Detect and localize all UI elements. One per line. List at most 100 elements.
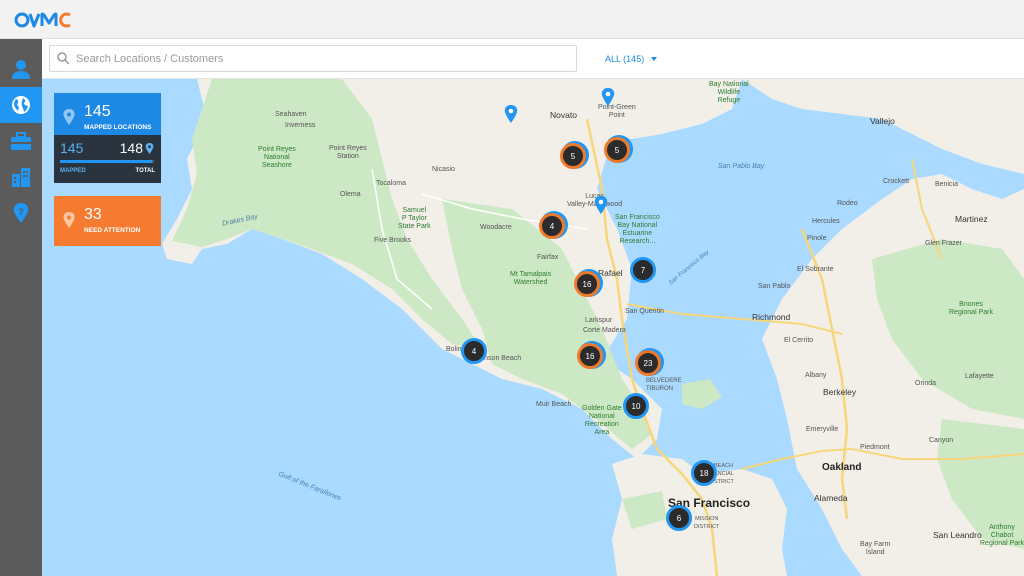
map-label-bay-farm: Bay Farm Island (860, 541, 891, 556)
total-sub-label: TOTAL (135, 168, 155, 174)
map-label-mission-district: MISSION DISTRICT (694, 516, 720, 530)
mapped-count: 145 (84, 103, 111, 120)
map-label-san-leandro: San Leandro (933, 530, 982, 540)
map-label-canyon: Canyon (929, 437, 954, 444)
map-label-briones: Briones Regional Park (949, 301, 993, 316)
map-view[interactable]: Seahaven Inverness Point Reyes National … (42, 79, 1024, 576)
map-label-larkspur: Larkspur (585, 317, 613, 324)
map-label-alameda: Alameda (814, 493, 848, 503)
need-attention-card[interactable]: 33 NEED ATTENTION (54, 196, 161, 246)
map-label-belvedere: BELVEDERE TIBURON (646, 378, 682, 392)
map-label-woodacre: Woodacre (480, 224, 512, 231)
map-label-seahaven: Seahaven (275, 111, 307, 118)
map-cluster-marker[interactable]: 16 (574, 271, 600, 297)
map-label-hercules: Hercules (812, 218, 840, 225)
toolbox-icon (11, 132, 31, 150)
sidebar-item-toolbox[interactable] (0, 123, 42, 159)
map-label-piedmont: Piedmont (860, 444, 890, 451)
map-cluster-marker[interactable]: 5 (560, 143, 586, 169)
map-cluster-marker[interactable]: 10 (623, 393, 649, 419)
map-label-vallejo: Vallejo (870, 116, 895, 126)
map-cluster-marker[interactable]: 23 (635, 350, 661, 376)
sidebar: ? (0, 39, 42, 576)
search-box (49, 45, 577, 72)
sidebar-item-user[interactable] (0, 51, 42, 87)
map-label-san-pablo: San Pablo (758, 283, 791, 290)
sidebar-item-location[interactable]: ? (0, 195, 42, 231)
map-label-orinda: Orinda (915, 380, 937, 387)
map-label-el-cerrito: El Cerrito (784, 337, 814, 344)
map-label-point-green: Point-Green Point (598, 104, 636, 119)
sidebar-item-globe[interactable] (0, 87, 42, 123)
map-label-san-pablo-bay: San Pablo Bay (718, 163, 765, 170)
map-label-anthony-chabot: Anthony Chabot Regional Park (980, 524, 1024, 547)
filter-label: ALL (145) (605, 54, 645, 64)
map-label-point-reyes-ns: Point Reyes National Seashore (258, 146, 296, 169)
map-label-novato: Novato (550, 110, 577, 120)
mapped-sub-label: MAPPED (60, 168, 86, 174)
map-label-lafayette: Lafayette (965, 373, 994, 380)
map-label-pinole: Pinole (807, 235, 827, 242)
search-input[interactable] (76, 49, 566, 68)
mapped-progress-bar (60, 160, 154, 163)
map-label-mt-tamalpais: Mt Tamalpais Watershed (510, 271, 552, 286)
map-label-financial: BEACH ANCIAL STRICT (714, 463, 734, 485)
location-pin-icon (63, 212, 75, 228)
svg-text:?: ? (18, 207, 24, 217)
search-icon (57, 52, 70, 65)
location-pin-icon[interactable] (594, 196, 608, 214)
map-label-san-quentin: San Quentin (625, 308, 664, 315)
map-label-emeryville: Emeryville (806, 426, 839, 433)
map-cluster-marker[interactable]: 6 (666, 505, 692, 531)
map-cluster-marker[interactable]: 5 (604, 137, 630, 163)
attention-label: NEED ATTENTION (84, 227, 141, 234)
map-label-bolinas: Bolin (446, 346, 462, 353)
app-logo[interactable] (12, 7, 72, 33)
sidebar-item-buildings[interactable] (0, 159, 42, 195)
map-label-corte-madera: Corte Madera (583, 327, 626, 334)
map-label-nicasio: Nicasio (432, 166, 455, 173)
map-cluster-marker[interactable]: 18 (691, 460, 717, 486)
mapped-label: MAPPED LOCATIONS (84, 124, 152, 131)
map-base (162, 79, 1024, 576)
map-label-tocaloma: Tocaloma (376, 180, 406, 187)
mapped-locations-card[interactable]: 145 MAPPED LOCATIONS 145 148 MAPPED TOTA… (54, 93, 161, 183)
map-label-rodeo: Rodeo (837, 200, 858, 207)
search-toolbar: ALL (145) (42, 39, 1024, 79)
map-label-glen-frazer: Glen Frazer (925, 240, 962, 247)
location-pin-icon (145, 143, 154, 154)
map-label-five-brooks: Five Brooks (374, 237, 411, 244)
map-cluster-marker[interactable]: 7 (630, 257, 656, 283)
map-cluster-marker[interactable]: 4 (461, 338, 487, 364)
map-label-bay-refuge: Bay National Wildlife Refuge (709, 81, 749, 104)
map-label-albany: Albany (805, 372, 827, 379)
map-label-fairfax: Fairfax (537, 254, 559, 261)
map-label-richmond: Richmond (752, 312, 791, 322)
filter-dropdown[interactable]: ALL (145) (605, 54, 658, 64)
location-pin-icon[interactable] (601, 88, 615, 106)
location-pin-icon: ? (13, 203, 29, 223)
map-label-olema: Olema (340, 191, 361, 198)
mapped-progress-fill (60, 160, 153, 163)
user-icon (12, 60, 30, 79)
map-label-benicia: Benicia (935, 181, 958, 188)
map-label-crockett: Crockett (883, 178, 910, 185)
location-pin-icon[interactable] (504, 105, 518, 123)
attention-count: 33 (84, 206, 102, 223)
map-label-san-rafael: Rafael (598, 268, 623, 278)
mapped-value: 145 (60, 140, 84, 156)
buildings-icon (12, 168, 30, 187)
globe-icon (12, 96, 30, 114)
map-label-inverness: Inverness (285, 122, 316, 129)
map-label-berkeley: Berkeley (823, 387, 857, 397)
map-label-el-sobrante: El Sobrante (797, 266, 834, 273)
top-bar (0, 0, 1024, 39)
map-label-sf-bay-refuge: San Francisco Bay National Estuarine Res… (615, 214, 660, 245)
map-label-muir-beach: Muir Beach (536, 401, 572, 408)
map-label-oakland: Oakland (822, 462, 862, 473)
chevron-down-icon (651, 57, 658, 61)
map-label-samuel-taylor: Samuel P Taylor State Park (398, 207, 431, 230)
map-label-point-reyes-station: Point Reyes Station (329, 145, 367, 160)
map-cluster-marker[interactable]: 4 (539, 213, 565, 239)
map-cluster-marker[interactable]: 16 (577, 343, 603, 369)
